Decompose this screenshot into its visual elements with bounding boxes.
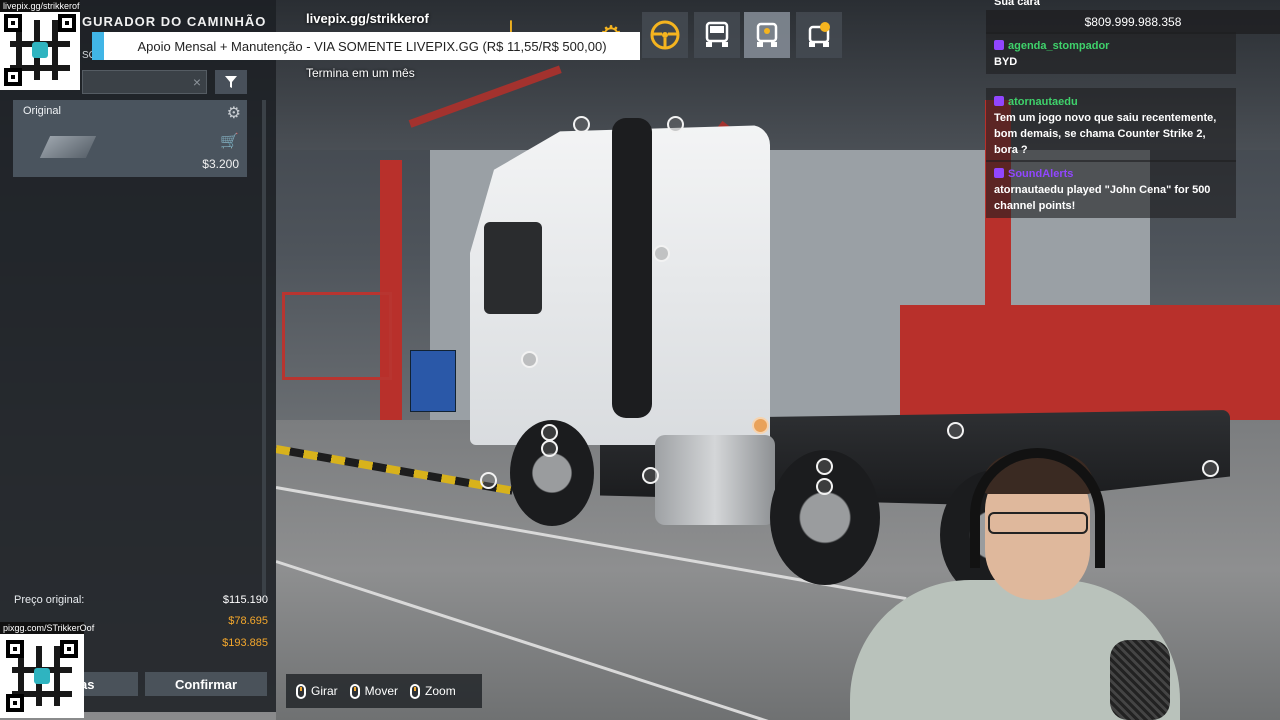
filter-button[interactable] bbox=[215, 70, 247, 94]
item-price: $3.200 bbox=[202, 157, 239, 171]
item-label: Original bbox=[23, 105, 61, 117]
control-label: Girar bbox=[311, 684, 338, 698]
qr-caption: livepix.gg/strikkerof bbox=[0, 0, 80, 12]
control-move: Mover bbox=[349, 683, 399, 699]
part-hotspot[interactable] bbox=[1202, 460, 1219, 477]
livepix-url: livepix.gg/strikkerof bbox=[306, 11, 429, 26]
price-value: $193.885 bbox=[222, 637, 268, 649]
red-pillar bbox=[380, 160, 402, 420]
part-hotspot[interactable] bbox=[521, 351, 538, 368]
truck-window bbox=[484, 222, 542, 314]
truck-accessory-icon[interactable] bbox=[744, 12, 790, 58]
chat-text: Tem um jogo novo que saiu recentemente, … bbox=[994, 112, 1217, 156]
livepix-goal-text: Apoio Mensal + Manutenção - VIA SOMENTE … bbox=[137, 38, 607, 54]
truck-exhaust bbox=[612, 118, 652, 418]
truck-paint-glyph bbox=[808, 22, 830, 47]
mouse-icon bbox=[349, 683, 360, 699]
control-label: Zoom bbox=[425, 684, 456, 698]
price-row-original: Preço original: $115.190 bbox=[14, 594, 268, 606]
steering-wheel-icon[interactable] bbox=[642, 12, 688, 58]
filter-icon bbox=[225, 76, 237, 88]
mouse-icon bbox=[410, 683, 421, 699]
list-scrollbar[interactable] bbox=[262, 100, 266, 600]
mouse-icon bbox=[296, 683, 306, 699]
webcam-overlay bbox=[820, 440, 1200, 720]
chat-text: atornautaedu played "John Cena" for 500 … bbox=[994, 184, 1211, 212]
livepix-logo-icon bbox=[32, 42, 48, 58]
part-hotspot[interactable] bbox=[947, 422, 964, 439]
confirm-button[interactable]: Confirmar bbox=[145, 672, 267, 696]
pix-logo-icon bbox=[34, 668, 50, 684]
part-hotspot[interactable] bbox=[642, 467, 659, 484]
truck-paint-icon[interactable] bbox=[796, 12, 842, 58]
part-thumbnail bbox=[39, 136, 97, 158]
gear-icon[interactable]: ⚙ bbox=[227, 103, 241, 123]
truck-front-glyph bbox=[705, 21, 729, 47]
twitch-badge-icon bbox=[994, 96, 1004, 106]
search-input[interactable]: × bbox=[82, 70, 207, 94]
part-hotspot-selected[interactable] bbox=[752, 417, 769, 434]
qr-code-top: livepix.gg/strikkerof bbox=[0, 0, 80, 90]
twitch-badge-icon bbox=[994, 40, 1004, 50]
chat-user: agenda_stompador bbox=[1008, 40, 1110, 52]
price-value: $115.190 bbox=[222, 594, 268, 606]
part-hotspot[interactable] bbox=[667, 116, 684, 133]
steering-wheel-glyph bbox=[650, 20, 680, 50]
chat-message: atornautaedu Tem um jogo novo que saiu r… bbox=[986, 88, 1236, 162]
part-hotspot[interactable] bbox=[573, 116, 590, 133]
control-label: Mover bbox=[364, 684, 399, 698]
part-hotspot[interactable] bbox=[653, 245, 670, 262]
price-value: $78.695 bbox=[228, 615, 268, 627]
fuel-tank bbox=[655, 435, 775, 525]
chat-user: SoundAlerts bbox=[1008, 168, 1074, 180]
glasses bbox=[988, 512, 1088, 534]
truck-accessory-glyph bbox=[756, 22, 778, 47]
camera-controls-hint: Girar Mover Zoom bbox=[286, 674, 482, 708]
truck-front-icon[interactable] bbox=[694, 12, 740, 58]
chat-user: atornautaedu bbox=[1008, 96, 1078, 108]
chat-message: agenda_stompador BYD bbox=[986, 32, 1236, 74]
control-rotate: Girar bbox=[296, 683, 338, 699]
cart-icon[interactable]: 🛒 bbox=[220, 132, 239, 150]
part-hotspot[interactable] bbox=[541, 424, 558, 441]
money-balance: $809.999.988.358 bbox=[986, 10, 1280, 34]
price-label: Preço original: bbox=[14, 594, 85, 606]
part-hotspot[interactable] bbox=[541, 440, 558, 457]
stream-chat: Sua cara $809.999.988.358 agenda_stompad… bbox=[986, 0, 1280, 230]
qr-pattern bbox=[4, 14, 76, 86]
qr-caption: pixgg.com/STrikkerOof bbox=[0, 622, 94, 634]
qr-pattern bbox=[6, 640, 78, 712]
configurator-panel: GURADOR DO CAMINHÃO SÓ × Original ⚙ 🛒 $3… bbox=[0, 0, 276, 712]
money-label: Sua cara bbox=[994, 0, 1040, 8]
tool-cabinet bbox=[410, 350, 456, 412]
part-hotspot[interactable] bbox=[480, 472, 497, 489]
control-zoom: Zoom bbox=[410, 683, 456, 699]
part-item-card[interactable]: Original ⚙ 🛒 $3.200 bbox=[13, 100, 247, 177]
livepix-goal-deadline: Termina em um mês bbox=[306, 66, 415, 80]
twitch-badge-icon bbox=[994, 168, 1004, 178]
livepix-goal-bar: Apoio Mensal + Manutenção - VIA SOMENTE … bbox=[92, 32, 640, 60]
chat-text: BYD bbox=[994, 56, 1018, 68]
tire-shelf bbox=[282, 292, 392, 380]
panel-title: GURADOR DO CAMINHÃO bbox=[82, 14, 267, 29]
chat-message: SoundAlerts atornautaedu played "John Ce… bbox=[986, 160, 1236, 218]
close-icon[interactable]: × bbox=[193, 74, 201, 90]
qr-code-bottom: pixgg.com/STrikkerOof bbox=[0, 622, 94, 718]
microphone bbox=[1110, 640, 1170, 720]
